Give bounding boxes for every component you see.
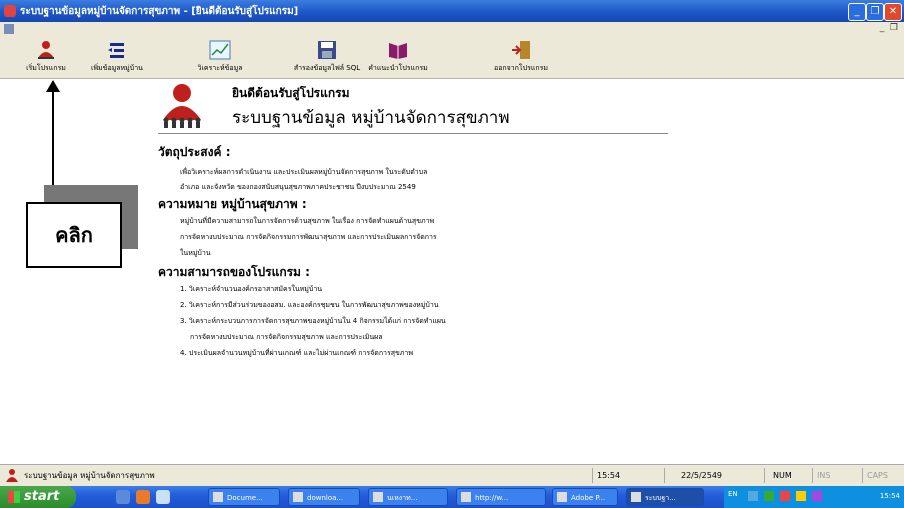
taskbar-button-label: นเหงาท... (387, 494, 418, 502)
system-tray: EN 15:54 (724, 486, 904, 508)
annotation-arrow (52, 88, 54, 196)
menu-bar: _ ❐ (0, 22, 904, 36)
capability-line: การจัดหางบประมาณ การจัดกิจกรรมสุขภาพ และ… (190, 333, 383, 341)
taskbar-button[interactable]: Docume... (208, 488, 280, 506)
exit-program-button[interactable]: ออกจากโปรแกรม (484, 40, 558, 76)
backup-sql-button[interactable]: สำรองข้อมูลไฟล์ SQL (290, 40, 364, 76)
main-content (0, 79, 904, 464)
status-caps: CAPS (862, 468, 903, 483)
status-app-name: ระบบฐานข้อมูล หมู่บ้านจัดการสุขภาพ (24, 471, 155, 480)
taskbar-button[interactable]: downloa... (288, 488, 360, 506)
click-annotation: คลิก (26, 202, 122, 268)
taskbar-button-label: Adobe P... (571, 494, 606, 502)
system-title: ระบบฐานข้อมูล หมู่บ้านจัดการสุขภาพ (232, 108, 510, 128)
quicklaunch-media-icon[interactable] (136, 490, 150, 504)
status-ins: INS (812, 468, 847, 483)
welcome-text: ยินดีต้อนรับสู่โปรแกรม (232, 86, 350, 100)
taskbar-button-active[interactable]: ระบบฐา... (626, 488, 704, 506)
program-guide-label: คำแนะนำโปรแกรม (368, 64, 428, 72)
app-icon (631, 492, 641, 502)
backup-sql-label: สำรองข้อมูลไฟล์ SQL (293, 64, 361, 72)
analyze-label: วิเคราะห์ข้อมูล (197, 64, 243, 72)
tray-lang[interactable]: EN (728, 490, 738, 498)
taskbar-button-label: downloa... (307, 494, 344, 502)
document-icon (213, 492, 223, 502)
definition-line: ในหมู่บ้าน (180, 249, 211, 257)
capability-line: 4. ประเมินผลจำนวนหมู่บ้านที่ผ่านเกณฑ์ แล… (180, 349, 413, 357)
divider (158, 133, 668, 134)
quicklaunch-ie-icon[interactable] (116, 490, 130, 504)
app-icon (373, 492, 383, 502)
quicklaunch-desktop-icon[interactable] (156, 490, 170, 504)
definition-heading: ความหมาย หมู่บ้านสุขภาพ : (158, 197, 307, 211)
status-num: NUM (764, 468, 809, 483)
exit-program-label: ออกจากโปรแกรม (493, 64, 548, 72)
add-village-label: เพิ่มข้อมูลหมู่บ้าน (91, 64, 143, 72)
capability-line: 2. วิเคราะห์การมีส่วนร่วมของอสม. และองค์… (180, 301, 439, 309)
tray-icon[interactable] (764, 491, 774, 501)
definition-line: การจัดหางบประมาณ การจัดกิจกรรมการพัฒนาสุ… (180, 233, 437, 241)
taskbar-button-label: http://w... (475, 494, 509, 502)
capability-line: 1. วิเคราะห์จำนวนองค์กรอาสาสมัครในหมู่บ้… (180, 285, 323, 293)
start-program-label: เริ่มโปรแกรม (26, 64, 66, 72)
browser-icon (461, 492, 471, 502)
objective-line: อำเภอ และจังหวัด ของกองสนับสนุนสุขภาพภาค… (180, 183, 416, 191)
add-village-button[interactable]: เพิ่มข้อมูลหมู่บ้าน (86, 40, 148, 76)
toolbar: เริ่มโปรแกรม เพิ่มข้อมูลหมู่บ้าน วิเคราะ… (0, 36, 904, 79)
status-bar: ระบบฐานข้อมูล หมู่บ้านจัดการสุขภาพ 15:54… (0, 464, 904, 487)
add-list-icon (108, 43, 124, 58)
mdi-controls[interactable]: _ ❐ (880, 23, 898, 33)
status-time: 15:54 (592, 468, 653, 483)
folder-icon (293, 492, 303, 502)
window-titlebar: ระบบฐานข้อมูลหมู่บ้านจัดการสุขภาพ - [ยิน… (0, 0, 904, 22)
taskbar-button-label: Docume... (227, 494, 263, 502)
taskbar-button[interactable]: http://w... (456, 488, 546, 506)
exit-door-icon (512, 41, 530, 59)
capability-line: 3. วิเคราะห์กระบวนการการจัดการสุขภาพของห… (180, 317, 446, 325)
taskbar-button-label: ระบบฐา... (645, 494, 676, 502)
objective-heading: วัตถุประสงค์ : (158, 145, 231, 159)
windows-flag-icon (8, 490, 20, 503)
taskbar: start Docume... downloa... นเหงาท... htt… (0, 486, 904, 508)
start-button[interactable]: start (0, 486, 76, 508)
chart-icon (209, 40, 231, 60)
close-button[interactable]: ✕ (884, 3, 902, 21)
taskbar-button[interactable]: นเหงาท... (368, 488, 448, 506)
objective-line: เพื่อวิเคราะห์ผลการดำเนินงาน และประเมินผ… (180, 168, 428, 176)
capability-heading: ความสามารถของโปรแกรม : (158, 265, 310, 279)
tray-clock: 15:54 (879, 492, 900, 500)
definition-line: หมู่บ้านที่มีความสามารถในการจัดการด้านสุ… (180, 217, 435, 225)
tray-icon[interactable] (812, 491, 822, 501)
analyze-button[interactable]: วิเคราะห์ข้อมูล (196, 40, 244, 76)
program-logo-icon (163, 84, 201, 128)
app-icon[interactable] (4, 5, 16, 17)
tray-icon[interactable] (780, 491, 790, 501)
people-logo-icon (38, 41, 54, 59)
mdi-child-icon[interactable] (4, 24, 14, 34)
book-help-icon (389, 43, 407, 59)
minimize-button[interactable]: _ (848, 3, 866, 21)
status-logo-icon (6, 469, 18, 482)
adobe-icon (557, 492, 567, 502)
start-label: start (24, 489, 60, 504)
tray-icon[interactable] (748, 491, 758, 501)
taskbar-button[interactable]: Adobe P... (552, 488, 618, 506)
start-program-button[interactable]: เริ่มโปรแกรม (26, 40, 66, 76)
status-date: 22/5/2549 (664, 468, 767, 483)
program-guide-button[interactable]: คำแนะนำโปรแกรม (368, 40, 428, 76)
tray-icon[interactable] (796, 491, 806, 501)
maximize-button[interactable]: ❐ (866, 3, 884, 21)
floppy-save-icon (318, 41, 336, 59)
window-title: ระบบฐานข้อมูลหมู่บ้านจัดการสุขภาพ - [ยิน… (20, 6, 299, 17)
